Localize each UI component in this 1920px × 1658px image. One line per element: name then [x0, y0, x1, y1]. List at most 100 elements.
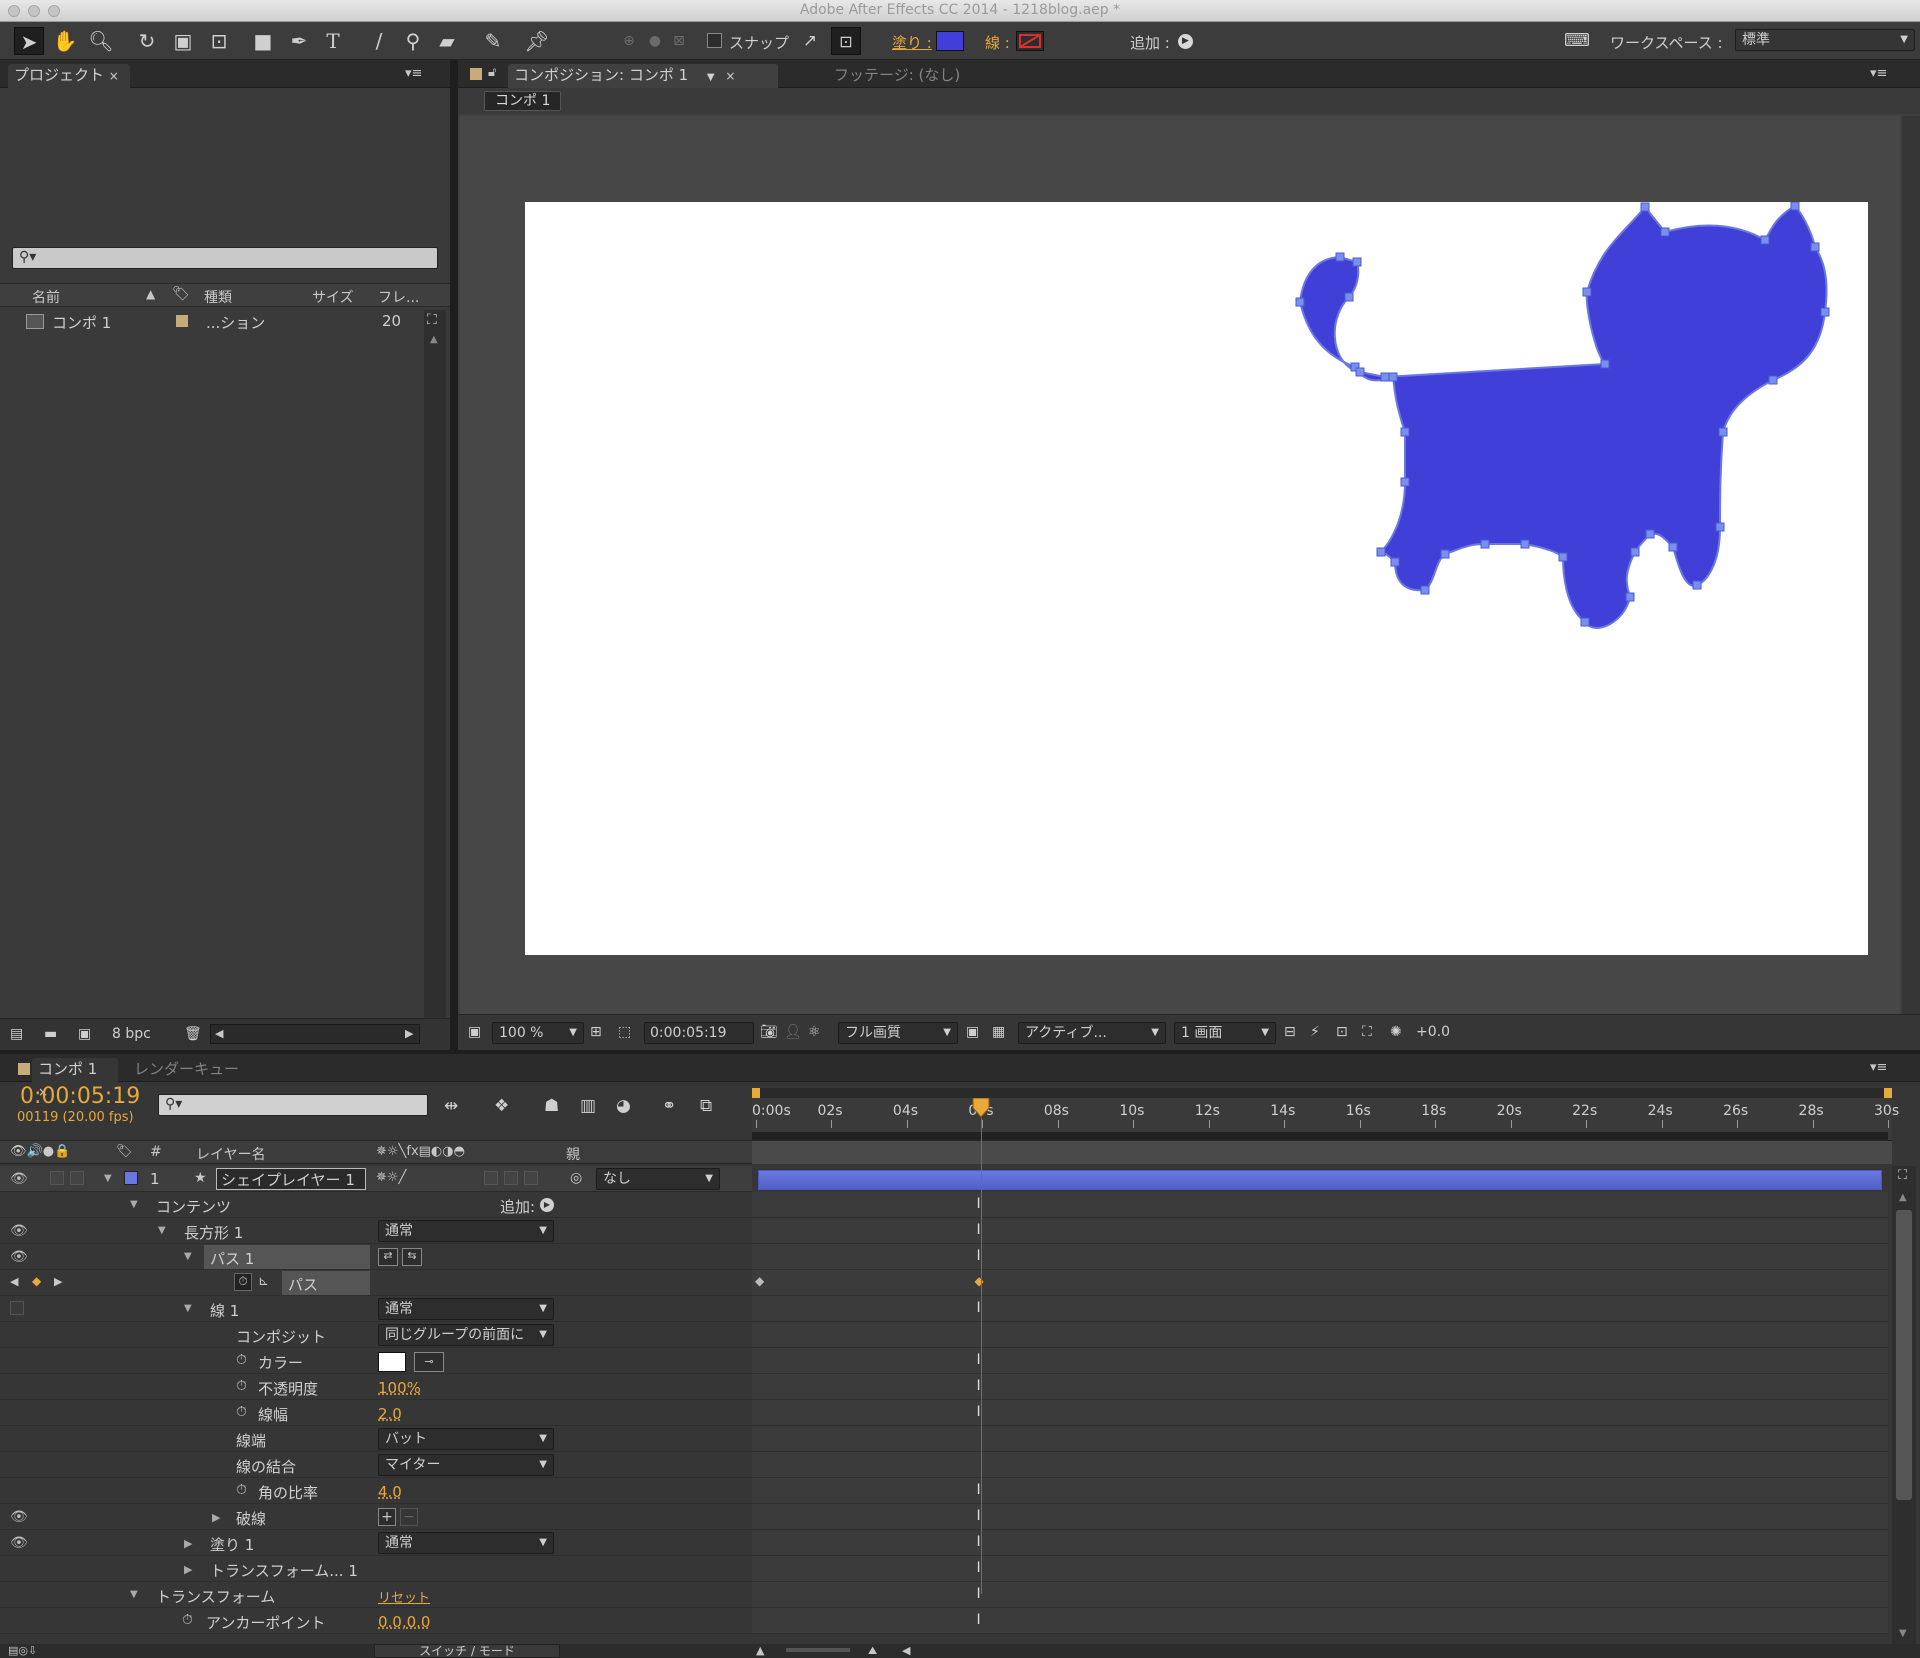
clone-stamp-tool-icon[interactable]: ⚲: [398, 27, 428, 55]
fill-color-swatch[interactable]: [936, 31, 964, 51]
camera-tool-icon[interactable]: ▣: [168, 27, 198, 55]
exposure-value[interactable]: +0.0: [1416, 1024, 1450, 1040]
current-timecode[interactable]: 0:00:05:19: [20, 1084, 140, 1109]
view-layout-select[interactable]: 1 画面 ▼: [1174, 1022, 1276, 1044]
timeline-track-row[interactable]: I: [752, 1556, 1888, 1582]
time-ruler[interactable]: 0:00s02s04s06s08s10s12s14s16s18s20s22s24…: [752, 1088, 1899, 1140]
draft-3d-icon[interactable]: ❖: [494, 1096, 509, 1116]
view-axis-icon[interactable]: ⊠: [664, 27, 694, 55]
stopwatch-icon[interactable]: ⏱: [236, 1482, 247, 1498]
timeline-track-row[interactable]: I: [752, 1192, 1888, 1218]
project-horizontal-scrollbar[interactable]: ◀ ▶: [210, 1024, 420, 1044]
path-reverse-icon[interactable]: ⇆: [402, 1248, 422, 1266]
expand-fill1-icon[interactable]: ▶: [184, 1537, 192, 1550]
brush-tool-icon[interactable]: /: [364, 27, 394, 55]
selection-tool-icon[interactable]: ➤: [14, 27, 44, 55]
panel-menu-icon[interactable]: ▾≡: [1870, 1060, 1887, 1075]
visibility-eye-icon[interactable]: 👁︎: [10, 1223, 28, 1239]
puppet-pin-tool-icon[interactable]: 📌︎: [522, 27, 552, 55]
lock-icon[interactable]: 🔓︎: [488, 65, 496, 80]
opacity-value[interactable]: 100%: [378, 1379, 421, 1397]
row-color[interactable]: ⏱ カラー ⊸: [0, 1348, 752, 1374]
close-icon[interactable]: ×: [725, 69, 735, 83]
timeline-track-row[interactable]: [752, 1426, 1888, 1452]
graph-editor-icon[interactable]: ⧉: [700, 1096, 712, 1116]
rectangle-tool-icon[interactable]: ■: [248, 27, 278, 55]
mask-visibility-icon[interactable]: ⬚: [618, 1024, 631, 1040]
row-dashes[interactable]: 👁︎ ▶ 破線 + −: [0, 1504, 752, 1530]
timeline-track-row[interactable]: [752, 1270, 1888, 1296]
row-rect1[interactable]: 👁︎ ▼ 長方形 1 通常 ▼: [0, 1218, 752, 1244]
stopwatch-icon[interactable]: ⏱: [182, 1612, 193, 1628]
label-color-chip[interactable]: [176, 315, 188, 327]
work-area-start-handle[interactable]: [752, 1088, 760, 1098]
timeline-tracks[interactable]: IIIIIIIIIIIII ◆ ◆: [752, 1192, 1892, 1648]
new-folder-icon[interactable]: ▬: [44, 1026, 57, 1042]
timeline-track-row[interactable]: I: [752, 1400, 1888, 1426]
stopwatch-icon[interactable]: ⏱: [236, 1352, 247, 1368]
comp-vertical-scrollbar[interactable]: [1902, 116, 1920, 1014]
miter-limit-value[interactable]: 4.0: [378, 1483, 402, 1501]
timeline-icon[interactable]: ⊡: [1336, 1024, 1348, 1040]
scroll-left-icon[interactable]: ◀: [215, 1027, 223, 1040]
time-navigator[interactable]: [752, 1132, 1888, 1140]
project-search-input[interactable]: ⚲▾: [12, 247, 438, 269]
timeline-track-row[interactable]: I: [752, 1348, 1888, 1374]
scroll-left-icon[interactable]: ◀: [902, 1644, 910, 1657]
stopwatch-icon[interactable]: ⏱: [236, 1378, 247, 1394]
always-preview-icon[interactable]: ▣: [468, 1024, 481, 1040]
timeline-search-input[interactable]: ⚲▾: [158, 1094, 428, 1116]
line-cap-select[interactable]: バット ▼: [378, 1428, 554, 1450]
timeline-track-row[interactable]: [752, 1322, 1888, 1348]
add-menu-icon[interactable]: ▶: [1178, 34, 1193, 49]
col-layer-name[interactable]: レイヤー名: [196, 1144, 266, 1164]
expand-transform-icon[interactable]: ▼: [130, 1589, 138, 1600]
graph-icon[interactable]: ⊾: [258, 1274, 269, 1289]
keyframe-start-icon[interactable]: ◆: [755, 1274, 764, 1288]
line-join-select[interactable]: マイター ▼: [378, 1454, 554, 1476]
row-path1[interactable]: 👁︎ ▼ パス 1 ⇄ ⇆: [0, 1244, 752, 1270]
stroke-color-swatch[interactable]: [1016, 31, 1044, 51]
expand-path1-icon[interactable]: ▼: [184, 1251, 192, 1262]
scroll-up-icon[interactable]: ▲: [1899, 1192, 1907, 1203]
add-keyframe-icon[interactable]: ◆: [32, 1274, 41, 1288]
fill-label[interactable]: 塗り :: [892, 32, 932, 53]
rotation-tool-icon[interactable]: ↻: [132, 27, 162, 55]
col-parent[interactable]: 親: [566, 1144, 580, 1164]
shy-layers-icon[interactable]: ☗: [544, 1096, 559, 1116]
col-frame[interactable]: フレ...: [378, 287, 419, 307]
current-time-indicator-head[interactable]: [972, 1097, 990, 1118]
flowchart-icon[interactable]: ⛶: [1898, 1168, 1907, 1183]
expand-pane-icons[interactable]: ▤◎⇩: [8, 1644, 37, 1657]
pick-whip-icon[interactable]: ◎: [570, 1170, 582, 1186]
tab-composition[interactable]: コンポジション: コンポ 1 ▼ ×: [508, 64, 778, 88]
comp-canvas[interactable]: [525, 202, 1868, 955]
grid-guides-icon[interactable]: ⊞: [590, 1024, 602, 1040]
close-icon[interactable]: ×: [109, 69, 119, 83]
flowchart-icon[interactable]: ⛶: [427, 312, 437, 328]
brainstorm-icon[interactable]: ⚭: [662, 1096, 676, 1116]
timeline-track-row[interactable]: I: [752, 1296, 1888, 1322]
project-item-row[interactable]: コンポ 1 ...ション 20: [0, 310, 426, 334]
trash-icon[interactable]: 🗑︎: [184, 1026, 202, 1042]
row-transform1[interactable]: ▶ トランスフォーム... 1: [0, 1556, 752, 1582]
timeline-track-row[interactable]: I: [752, 1244, 1888, 1270]
col-name[interactable]: 名前: [32, 287, 60, 307]
pixel-aspect-icon[interactable]: ⊟: [1284, 1024, 1296, 1040]
3d-layer-switch[interactable]: [504, 1171, 518, 1185]
scroll-thumb[interactable]: [1896, 1210, 1912, 1500]
scroll-up-icon[interactable]: ▲: [430, 334, 438, 345]
snap-option-icon[interactable]: ↗: [795, 27, 825, 55]
lock-toggle[interactable]: [70, 1171, 84, 1185]
chevron-down-icon[interactable]: ▼: [707, 72, 715, 83]
path-direction-icon[interactable]: ⇄: [378, 1248, 398, 1266]
fast-previews-icon[interactable]: ⚡: [1310, 1024, 1320, 1040]
layer-expand-icon[interactable]: ▼: [104, 1173, 112, 1184]
stroke1-blend-select[interactable]: 通常 ▼: [378, 1298, 554, 1320]
motion-blur-icon[interactable]: ◕: [616, 1096, 631, 1116]
zoom-in-icon[interactable]: ⛰: [868, 1644, 877, 1658]
row-anchor-point[interactable]: ⏱ アンカーポイント 0.0,0.0: [0, 1608, 752, 1634]
row-line-cap[interactable]: 線端 バット ▼: [0, 1426, 752, 1452]
solo-toggle[interactable]: [50, 1171, 64, 1185]
col-type[interactable]: 種類: [204, 287, 232, 307]
